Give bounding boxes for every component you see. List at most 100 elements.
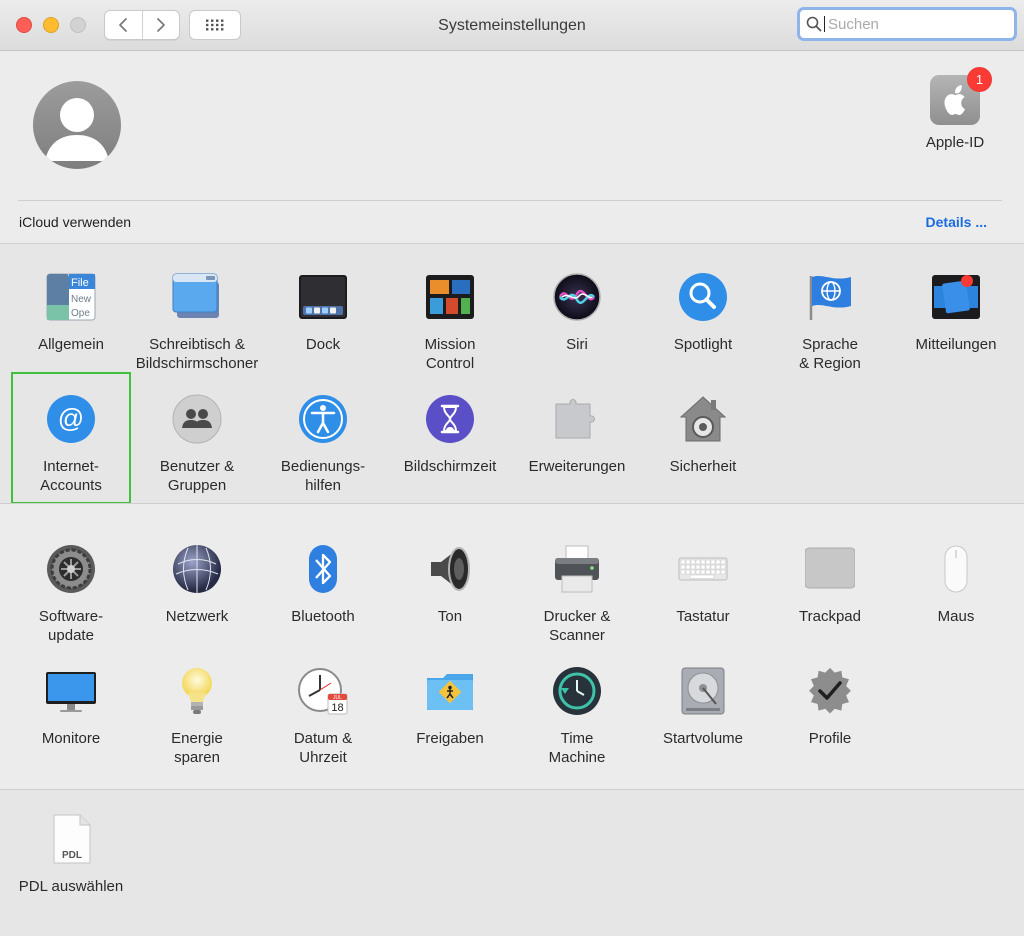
displays-icon	[46, 672, 96, 712]
pref-label: Allgemein	[38, 336, 104, 353]
pref-spotlight[interactable]: Spotlight	[640, 272, 766, 354]
siri-icon	[553, 273, 601, 321]
pref-extensions[interactable]: Erweiterungen	[514, 394, 640, 476]
pref-language-region[interactable]: Sprache & Region	[767, 272, 893, 373]
pref-profiles[interactable]: Profile	[767, 666, 893, 748]
pref-displays[interactable]: Monitore	[8, 666, 134, 748]
pref-label: PDL auswählen	[18, 878, 124, 895]
sharing-icon	[427, 674, 473, 710]
pref-label: Freigaben	[416, 730, 484, 747]
pref-label: Schreibtisch & Bildschirmschoner	[135, 336, 259, 372]
pref-general[interactable]: File New Ope Allgemein	[8, 272, 134, 354]
pref-network[interactable]: Netzwerk	[134, 544, 260, 626]
pref-label: Siri	[566, 336, 588, 353]
pref-label: Internet- Accounts	[40, 458, 102, 494]
hardware-prefs-section: Software- update Netzwerk Bluetooth Ton	[0, 503, 1024, 789]
startup-disk-icon	[681, 667, 725, 715]
pref-label: Bluetooth	[291, 608, 355, 625]
pref-screen-time[interactable]: Bildschirmzeit	[387, 394, 513, 476]
minimize-window-button[interactable]	[43, 17, 59, 33]
pref-label: Maus	[937, 608, 975, 625]
divider	[18, 200, 1002, 201]
profiles-icon	[809, 667, 851, 714]
pref-label: Sicherheit	[669, 458, 737, 475]
pref-notifications[interactable]: Mitteilungen	[893, 272, 1019, 354]
pref-mission-control[interactable]: Mission Control	[387, 272, 513, 373]
pref-users-groups[interactable]: Benutzer & Gruppen	[134, 394, 260, 495]
personal-prefs-section: File New Ope Allgemein Schreibtisch & Bi…	[0, 243, 1024, 504]
pref-dock[interactable]: Dock	[260, 272, 386, 354]
apple-id-pref[interactable]: 1 Apple-ID	[914, 67, 996, 151]
pref-time-machine[interactable]: Time Machine	[514, 666, 640, 767]
pref-software-update[interactable]: Software- update	[8, 544, 134, 645]
pref-label: Drucker & Scanner	[543, 608, 611, 644]
language-region-icon	[809, 275, 851, 320]
pref-energy-saver[interactable]: Energie sparen	[134, 666, 260, 767]
desktop-screensaver-icon	[172, 273, 219, 318]
pref-label: Software- update	[38, 608, 104, 644]
search-field[interactable]	[797, 7, 1017, 41]
pref-label: Erweiterungen	[528, 458, 626, 475]
pref-mouse[interactable]: Maus	[893, 544, 1019, 626]
pref-date-time[interactable]: JUL 18 Datum & Uhrzeit	[260, 666, 386, 767]
zoom-window-button[interactable]	[70, 17, 86, 33]
notifications-icon	[932, 275, 980, 319]
forward-button[interactable]	[143, 11, 180, 39]
svg-text:@: @	[58, 403, 84, 433]
spotlight-icon	[679, 273, 727, 321]
back-button[interactable]	[105, 11, 143, 39]
details-button[interactable]: Details ...	[926, 214, 987, 230]
pref-pdl[interactable]: PDL PDL auswählen	[8, 814, 134, 896]
pref-label: Sprache & Region	[799, 336, 861, 372]
screen-time-icon	[426, 395, 474, 443]
mission-control-icon	[426, 275, 474, 319]
pref-bluetooth[interactable]: Bluetooth	[260, 544, 386, 626]
pdl-icon: PDL	[53, 814, 91, 864]
pref-trackpad[interactable]: Trackpad	[767, 544, 893, 626]
show-all-button[interactable]	[189, 10, 241, 40]
extensions-icon	[555, 399, 595, 439]
chevron-left-icon	[119, 18, 128, 32]
sound-icon	[431, 547, 470, 591]
pref-printer-scanner[interactable]: Drucker & Scanner	[514, 544, 640, 645]
bluetooth-icon	[309, 545, 337, 593]
pref-internet-accounts[interactable]: @ Internet- Accounts	[8, 394, 134, 495]
pref-sound[interactable]: Ton	[387, 544, 513, 626]
users-groups-icon	[172, 394, 222, 444]
pref-label: Ton	[437, 608, 463, 625]
pref-label: Trackpad	[799, 608, 861, 625]
text-caret	[824, 16, 825, 32]
pref-accessibility[interactable]: Bedienungs- hilfen	[260, 394, 386, 495]
pref-security[interactable]: Sicherheit	[640, 394, 766, 476]
mouse-icon	[944, 545, 968, 593]
pref-label: Monitore	[41, 730, 101, 747]
pref-sharing[interactable]: Freigaben	[387, 666, 513, 748]
calendar-day: 18	[331, 702, 343, 714]
search-icon	[806, 16, 822, 32]
pref-label: Profile	[808, 730, 852, 747]
calendar-month: JUL	[333, 695, 342, 701]
chevron-right-icon	[156, 18, 165, 32]
icloud-label: iCloud verwenden	[19, 214, 132, 230]
apple-logo-icon	[944, 85, 965, 115]
pref-startup-disk[interactable]: Startvolume	[640, 666, 766, 748]
close-window-button[interactable]	[16, 17, 32, 33]
date-time-icon: JUL 18	[298, 668, 348, 715]
other-prefs-section: PDL PDL auswählen	[0, 789, 1024, 936]
svg-text:Ope: Ope	[71, 308, 90, 319]
keyboard-icon	[678, 557, 728, 581]
pref-keyboard[interactable]: Tastatur	[640, 544, 766, 626]
pref-label: Time Machine	[548, 730, 606, 766]
energy-saver-icon	[182, 668, 212, 714]
pref-label: Startvolume	[662, 730, 744, 747]
search-input[interactable]	[828, 15, 1008, 33]
pref-label: Datum & Uhrzeit	[293, 730, 353, 766]
user-avatar[interactable]	[33, 81, 121, 169]
pref-siri[interactable]: Siri	[514, 272, 640, 354]
dock-icon	[299, 275, 347, 319]
pref-desktop-screensaver[interactable]: Schreibtisch & Bildschirmschoner	[134, 272, 260, 373]
internet-accounts-icon: @	[47, 395, 95, 443]
pref-label: Netzwerk	[165, 608, 229, 625]
svg-text:New: New	[71, 294, 92, 305]
pref-label: Bedienungs- hilfen	[280, 458, 366, 494]
